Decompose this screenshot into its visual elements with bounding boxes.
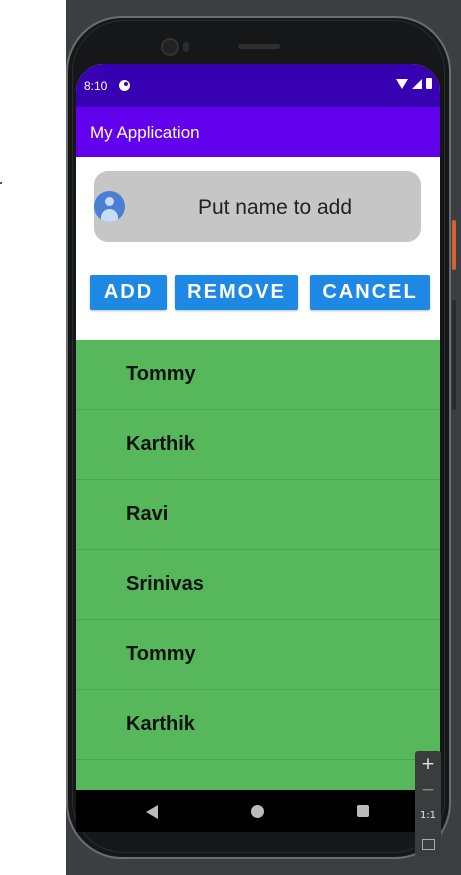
list-item[interactable]: Tommy xyxy=(76,340,440,410)
list-item[interactable]: Karthik xyxy=(76,410,440,480)
status-icons xyxy=(396,78,432,89)
list-item[interactable]: Ravi xyxy=(76,480,440,550)
zoom-in-icon[interactable]: + xyxy=(415,751,441,777)
home-icon[interactable] xyxy=(251,805,264,818)
wifi-icon xyxy=(396,78,408,89)
name-input[interactable] xyxy=(134,171,416,244)
signal-icon xyxy=(412,78,422,89)
front-camera-icon xyxy=(161,38,179,56)
status-bar: 8:10 xyxy=(76,64,440,107)
back-icon[interactable] xyxy=(146,805,158,819)
stray-dot xyxy=(0,182,2,184)
app-title: My Application xyxy=(90,123,200,142)
remove-button[interactable]: REMOVE xyxy=(175,275,298,310)
status-time: 8:10 xyxy=(84,79,108,93)
person-icon xyxy=(94,191,125,222)
zoom-out-icon[interactable]: − xyxy=(415,777,441,803)
cancel-button[interactable]: CANCEL xyxy=(310,275,430,310)
device-screen: 8:10 My Application ADD REMOVE CANCEL To… xyxy=(76,64,440,832)
recents-icon[interactable] xyxy=(357,805,369,817)
earpiece-speaker xyxy=(238,44,280,49)
actual-size-icon[interactable]: 1:1 xyxy=(415,803,441,829)
zoom-controls: + − 1:1 xyxy=(415,751,441,857)
list-item[interactable]: Tommy xyxy=(76,620,440,690)
sensor-icon xyxy=(183,42,189,52)
navigation-bar xyxy=(76,790,440,832)
list-item[interactable]: Karthik xyxy=(76,690,440,760)
fit-screen-icon[interactable] xyxy=(415,831,441,857)
app-bar: My Application xyxy=(76,107,440,157)
battery-icon xyxy=(426,78,432,89)
list-item[interactable]: Srinivas xyxy=(76,550,440,620)
name-input-container[interactable] xyxy=(94,171,421,244)
list-item[interactable] xyxy=(76,760,440,790)
app-notification-icon xyxy=(119,80,130,91)
add-button[interactable]: ADD xyxy=(90,275,167,310)
power-button[interactable] xyxy=(452,300,456,410)
names-list[interactable]: Tommy Karthik Ravi Srinivas Tommy Karthi… xyxy=(76,340,440,790)
volume-button[interactable] xyxy=(452,220,456,270)
